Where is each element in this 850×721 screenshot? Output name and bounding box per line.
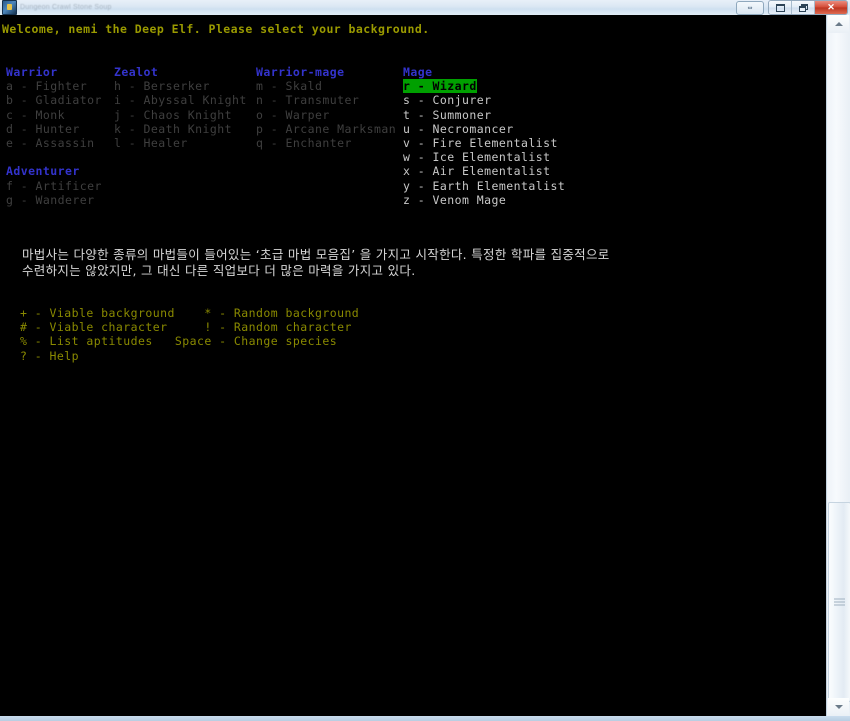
background-option-earth-elementalist[interactable]: y - Earth Elementalist: [403, 179, 565, 193]
triangle-down-icon: [834, 705, 843, 709]
background-option-wizard-row: r - Wizard: [403, 79, 565, 94]
background-option-monk[interactable]: c - Monk: [6, 108, 102, 122]
minimize-button[interactable]: [769, 1, 792, 14]
application-window: Dungeon Crawl Stone Soup ⇔ ✕ Welcome, ne…: [0, 0, 850, 721]
background-option-fire-elementalist[interactable]: v - Fire Elementalist: [403, 136, 565, 150]
help-line-viable-character[interactable]: # - Viable character ! - Random characte…: [20, 320, 359, 334]
minimize-icon: [775, 3, 785, 12]
window-button-group: ✕: [768, 0, 848, 15]
scrollbar-thumb[interactable]: [828, 502, 850, 702]
resize-toggle-button[interactable]: ⇔: [736, 0, 764, 15]
column-heading-zealot: Zealot: [114, 65, 159, 79]
triangle-up-icon: [834, 22, 843, 26]
background-option-arcane-marksman[interactable]: p - Arcane Marksman: [256, 122, 396, 136]
column-warrior: Warrior a - Fighter b - Gladiator c - Mo…: [6, 65, 102, 207]
background-option-enchanter[interactable]: q - Enchanter: [256, 136, 396, 150]
vertical-scrollbar[interactable]: [826, 15, 850, 716]
column-warrior-mage: Warrior-mage m - Skald n - Transmuter o …: [256, 65, 396, 150]
close-button[interactable]: ✕: [815, 1, 847, 14]
background-option-wizard[interactable]: r - Wizard: [403, 79, 477, 94]
window-title: Dungeon Crawl Stone Soup: [20, 4, 112, 11]
column-mage: Mage r - Wizard s - Conjurer t - Summone…: [403, 65, 565, 207]
background-option-artificer[interactable]: f - Artificer: [6, 179, 102, 193]
help-line-viable-background[interactable]: + - Viable background * - Random backgro…: [20, 306, 359, 320]
column-heading-adventurer: Adventurer: [6, 164, 80, 179]
background-option-warper[interactable]: o - Warper: [256, 108, 396, 122]
scroll-down-arrow[interactable]: [828, 698, 849, 716]
background-option-chaos-knight[interactable]: j - Chaos Knight: [114, 108, 247, 122]
background-description: 마법사는 다양한 종류의 마법들이 들어있는 ‘초급 마법 모음집’ 을 가지고…: [22, 247, 610, 278]
background-option-skald[interactable]: m - Skald: [256, 79, 396, 93]
background-option-ice-elementalist[interactable]: w - Ice Elementalist: [403, 150, 565, 164]
background-option-gladiator[interactable]: b - Gladiator: [6, 93, 102, 107]
restore-icon: [799, 4, 808, 12]
scrollbar-grip-icon: [834, 597, 845, 608]
crawl-app-icon[interactable]: [2, 0, 17, 15]
background-option-venom-mage[interactable]: z - Venom Mage: [403, 193, 565, 207]
help-legend: + - Viable background * - Random backgro…: [20, 306, 359, 363]
background-option-assassin[interactable]: e - Assassin: [6, 136, 102, 150]
background-option-hunter[interactable]: d - Hunter: [6, 122, 102, 136]
column-zealot: Zealot h - Berserker i - Abyssal Knight …: [114, 65, 247, 150]
scroll-up-arrow[interactable]: [828, 15, 849, 33]
background-option-necromancer[interactable]: u - Necromancer: [403, 122, 565, 136]
help-line-list-aptitudes[interactable]: % - List aptitudes Space - Change specie…: [20, 334, 359, 348]
background-option-berserker[interactable]: h - Berserker: [114, 79, 247, 93]
window-bottom-edge: [0, 716, 850, 721]
column-heading-warrior-mage: Warrior-mage: [256, 65, 345, 79]
help-line-help[interactable]: ? - Help: [20, 349, 359, 363]
column-heading-warrior: Warrior: [6, 65, 58, 79]
background-option-air-elementalist[interactable]: x - Air Elementalist: [403, 164, 565, 178]
window-controls: ⇔ ✕: [736, 0, 848, 15]
title-bar-left: Dungeon Crawl Stone Soup: [0, 0, 112, 15]
game-terminal[interactable]: Welcome, nemi the Deep Elf. Please selec…: [0, 15, 827, 716]
background-option-transmuter[interactable]: n - Transmuter: [256, 93, 396, 107]
maximize-restore-button[interactable]: [792, 1, 815, 14]
column-spacer: [6, 150, 102, 164]
background-option-conjurer[interactable]: s - Conjurer: [403, 93, 565, 107]
background-option-death-knight[interactable]: k - Death Knight: [114, 122, 247, 136]
welcome-message: Welcome, nemi the Deep Elf. Please selec…: [2, 22, 430, 36]
background-option-abyssal-knight[interactable]: i - Abyssal Knight: [114, 93, 247, 107]
background-option-fighter[interactable]: a - Fighter: [6, 79, 102, 93]
background-option-wanderer[interactable]: g - Wanderer: [6, 193, 102, 207]
background-option-healer[interactable]: l - Healer: [114, 136, 247, 150]
background-option-summoner[interactable]: t - Summoner: [403, 108, 565, 122]
title-bar[interactable]: Dungeon Crawl Stone Soup ⇔ ✕: [0, 0, 850, 16]
column-heading-mage: Mage: [403, 65, 433, 79]
